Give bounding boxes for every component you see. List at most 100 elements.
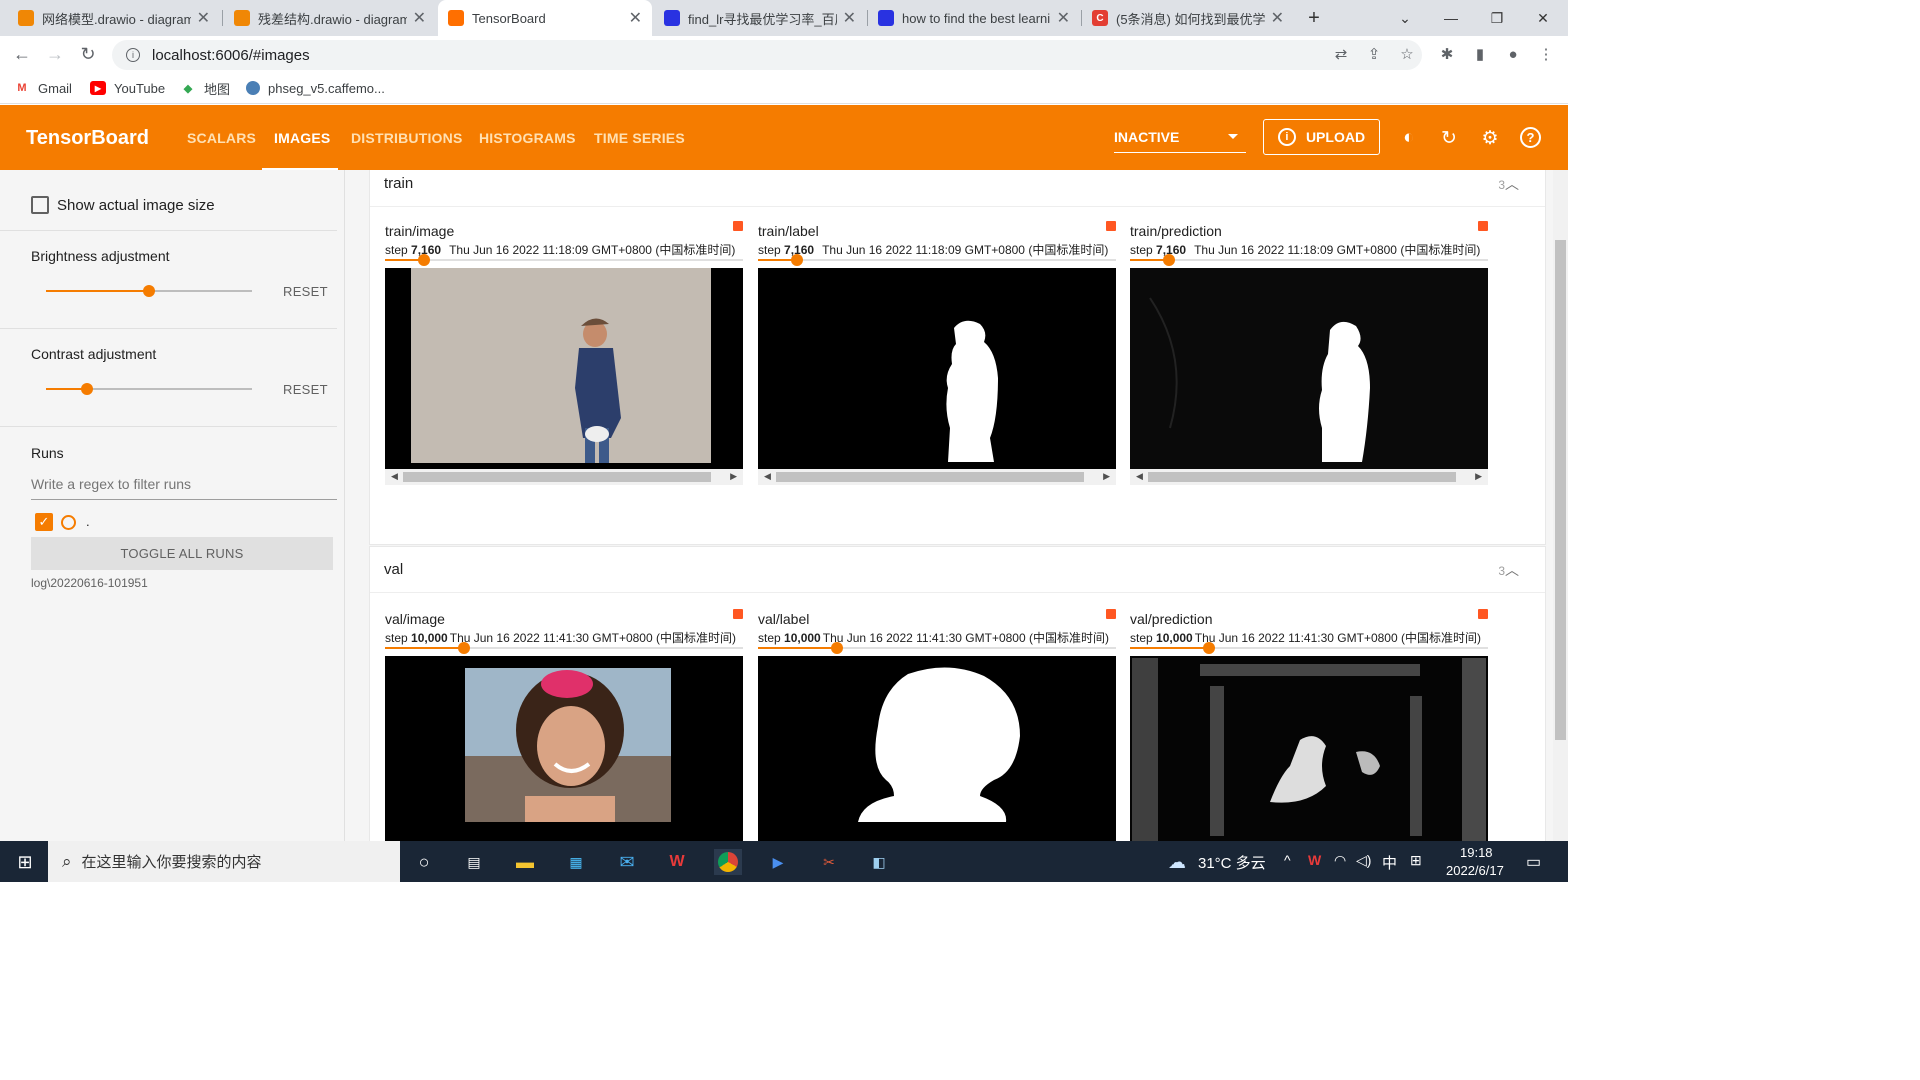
collapse-chevron-icon[interactable]: ︿: [1505, 560, 1519, 580]
bookmark-gmail[interactable]: M Gmail: [14, 78, 72, 98]
image-scrollbar[interactable]: ◀ ▶: [385, 469, 743, 485]
store-icon[interactable]: ▦: [563, 849, 589, 875]
close-window-button[interactable]: ✕: [1520, 0, 1566, 36]
contrast-slider-thumb[interactable]: [81, 383, 94, 395]
file-explorer-icon[interactable]: ▬: [512, 849, 538, 875]
step-slider-thumb[interactable]: [1163, 254, 1176, 266]
tab-search-icon[interactable]: ⌄: [1382, 0, 1428, 36]
clock-date[interactable]: 2022/6/17: [1446, 863, 1504, 878]
plugin-select[interactable]: INACTIVE: [1114, 129, 1246, 153]
maximize-button[interactable]: ❐: [1474, 0, 1520, 36]
wps-icon[interactable]: W: [664, 849, 690, 875]
chrome-icon[interactable]: [714, 849, 742, 875]
step-slider-thumb[interactable]: [418, 254, 431, 266]
browser-tab-active[interactable]: TensorBoard ✕: [438, 0, 652, 36]
toggle-all-runs-button[interactable]: TOGGLE ALL RUNS: [31, 537, 333, 570]
browser-tab-6[interactable]: C (5条消息) 如何找到最优学习率 ✕: [1082, 0, 1294, 36]
show-actual-size-checkbox[interactable]: [31, 196, 49, 214]
side-panel-icon[interactable]: ▮: [1470, 44, 1490, 64]
run-checkbox[interactable]: ✓: [35, 513, 53, 531]
browser-tab-4[interactable]: find_lr寻找最优学习率_百度 ✕: [654, 0, 866, 36]
browser-tab-5[interactable]: how to find the best learning ✕: [868, 0, 1080, 36]
brightness-slider-thumb[interactable]: [143, 285, 155, 297]
step-slider[interactable]: [1130, 642, 1488, 654]
tab-scalars[interactable]: SCALARS: [187, 130, 256, 146]
refresh-icon[interactable]: ↻: [1438, 127, 1460, 149]
browser-tab-2[interactable]: 残差结构.drawio - diagram ✕: [224, 0, 436, 36]
reload-icon[interactable]: ↻: [76, 42, 100, 66]
scrollbar-thumb[interactable]: [1555, 240, 1566, 740]
close-icon[interactable]: ✕: [629, 8, 642, 28]
mail-icon[interactable]: ✉: [614, 849, 640, 875]
image-scrollbar[interactable]: ◀ ▶: [758, 469, 1116, 485]
bookmark-phseg[interactable]: phseg_v5.caffemo...: [246, 78, 385, 98]
app-icon[interactable]: ◧: [866, 849, 892, 875]
close-icon[interactable]: ✕: [413, 8, 426, 28]
wps-tray-icon[interactable]: W: [1308, 852, 1321, 868]
close-icon[interactable]: ✕: [1271, 8, 1284, 28]
keyboard-icon[interactable]: ⊞: [1410, 852, 1422, 869]
star-icon[interactable]: ☆: [1397, 44, 1417, 64]
translate-icon[interactable]: ⇄: [1331, 44, 1351, 64]
terminal-icon[interactable]: ▶: [765, 849, 791, 875]
taskbar-search[interactable]: ⌕ 在这里输入你要搜索的内容: [48, 841, 400, 882]
theme-toggle-icon[interactable]: ◐: [1398, 127, 1420, 149]
close-icon[interactable]: ✕: [1057, 8, 1070, 28]
share-icon[interactable]: ⇪: [1364, 44, 1384, 64]
pin-icon[interactable]: [1478, 221, 1488, 231]
extensions-icon[interactable]: ✱: [1437, 44, 1457, 64]
weather-text[interactable]: 31°C 多云: [1198, 852, 1266, 873]
settings-gear-icon[interactable]: ⚙: [1479, 127, 1501, 149]
bookmark-youtube[interactable]: ▶ YouTube: [90, 78, 165, 98]
tab-time-series[interactable]: TIME SERIES: [594, 130, 685, 146]
step-slider[interactable]: [758, 254, 1116, 266]
main-scrollbar[interactable]: [1553, 170, 1568, 841]
tab-distributions[interactable]: DISTRIBUTIONS: [351, 130, 463, 146]
notification-icon[interactable]: ▭: [1526, 852, 1541, 872]
tab-histograms[interactable]: HISTOGRAMS: [479, 130, 576, 146]
step-slider[interactable]: [1130, 254, 1488, 266]
weather-icon[interactable]: ☁: [1164, 849, 1190, 875]
upload-button[interactable]: i UPLOAD: [1263, 119, 1380, 155]
clock-time[interactable]: 19:18: [1460, 845, 1493, 860]
run-color-swatch[interactable]: [61, 515, 76, 530]
task-view-icon[interactable]: ▤: [461, 849, 487, 875]
step-slider-thumb[interactable]: [457, 642, 470, 654]
step-slider[interactable]: [758, 642, 1116, 654]
profile-icon[interactable]: ●: [1503, 44, 1523, 64]
close-icon[interactable]: ✕: [197, 8, 210, 28]
bookmark-maps[interactable]: ◆ 地图: [180, 78, 230, 98]
tray-chevron-icon[interactable]: ^: [1284, 852, 1291, 868]
snip-icon[interactable]: ✂: [816, 849, 842, 875]
brightness-reset-button[interactable]: RESET: [283, 284, 328, 299]
step-slider-thumb[interactable]: [1202, 642, 1215, 654]
address-bar[interactable]: i localhost:6006/#images: [112, 40, 1422, 70]
browser-tab-1[interactable]: 网络模型.drawio - diagram ✕: [8, 0, 220, 36]
ime-indicator[interactable]: 中: [1382, 852, 1397, 873]
menu-icon[interactable]: ⋮: [1536, 44, 1556, 64]
pin-icon[interactable]: [1106, 221, 1116, 231]
info-icon[interactable]: i: [126, 48, 140, 62]
close-icon[interactable]: ✕: [843, 8, 856, 28]
network-icon[interactable]: ◠: [1334, 852, 1346, 869]
section-header[interactable]: train 3 ︿: [370, 170, 1545, 207]
run-filter-input[interactable]: Write a regex to filter runs: [31, 476, 337, 500]
pin-icon[interactable]: [733, 609, 743, 619]
collapse-chevron-icon[interactable]: ︿: [1505, 174, 1519, 194]
step-slider-thumb[interactable]: [830, 642, 843, 654]
new-tab-button[interactable]: +: [1294, 0, 1334, 36]
contrast-reset-button[interactable]: RESET: [283, 382, 328, 397]
pin-icon[interactable]: [1478, 609, 1488, 619]
step-slider-thumb[interactable]: [791, 254, 804, 266]
back-icon[interactable]: ←: [10, 42, 34, 66]
forward-icon[interactable]: →: [43, 42, 67, 66]
pin-icon[interactable]: [733, 221, 743, 231]
section-header[interactable]: val 3 ︿: [370, 547, 1545, 593]
step-slider[interactable]: [385, 642, 743, 654]
step-slider[interactable]: [385, 254, 743, 266]
cortana-icon[interactable]: ○: [411, 849, 437, 875]
minimize-button[interactable]: —: [1428, 0, 1474, 36]
pin-icon[interactable]: [1106, 609, 1116, 619]
tab-images[interactable]: IMAGES: [274, 130, 330, 146]
volume-icon[interactable]: ◁): [1356, 852, 1371, 869]
